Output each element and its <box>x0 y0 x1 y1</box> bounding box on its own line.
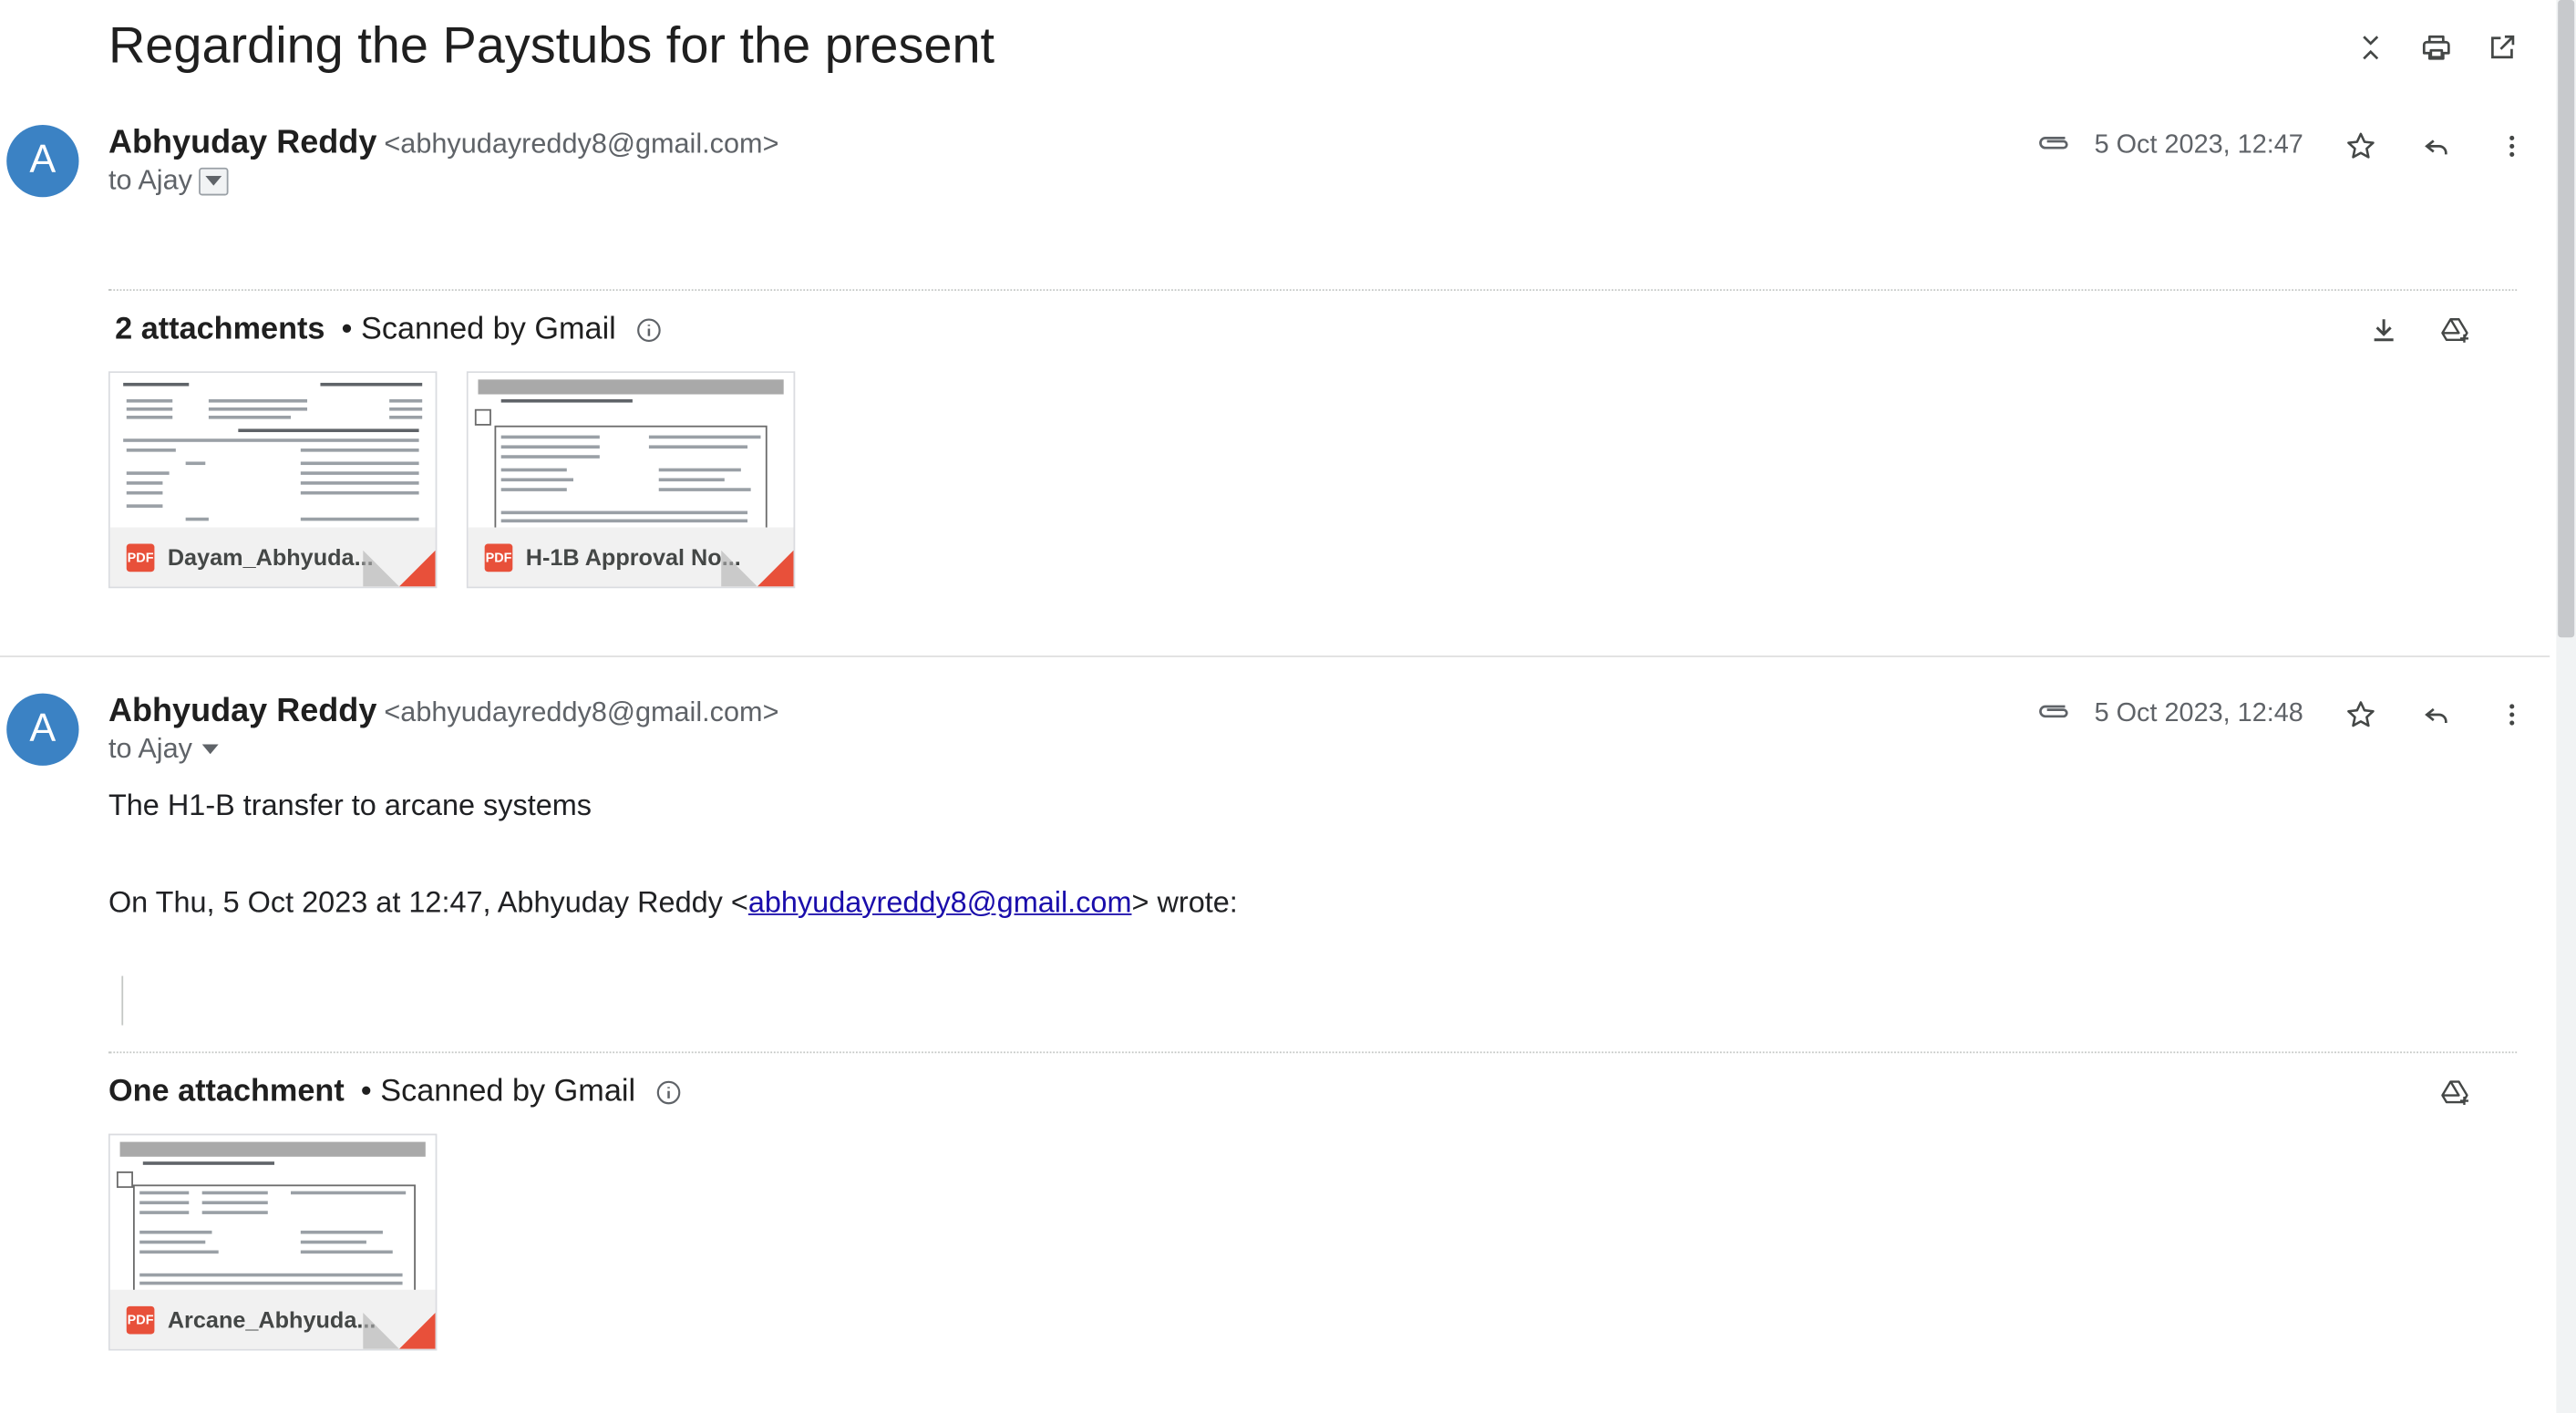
info-icon[interactable] <box>655 1079 682 1106</box>
sender-name: Abhyuday Reddy <box>108 124 377 161</box>
quote-prefix: On Thu, 5 Oct 2023 at 12:47, Abhyuday Re… <box>108 885 748 919</box>
download-all-icon[interactable] <box>2365 312 2402 348</box>
scrollbar-thumb[interactable] <box>2558 0 2575 638</box>
sender-email-link[interactable]: abhyudayreddy8@gmail.com <box>748 885 1132 918</box>
quoted-header: On Thu, 5 Oct 2023 at 12:47, Abhyuday Re… <box>108 885 1238 920</box>
email-message: A Abhyuday Reddy <abhyudayreddy8@gmail.c… <box>0 657 2530 1413</box>
chevron-down-icon <box>205 175 222 186</box>
message-meta: 5 Oct 2023, 12:47 <box>2035 129 2530 165</box>
page-fold <box>757 550 794 587</box>
attachment-filename: Dayam_Abhyuda... <box>167 543 374 571</box>
message-meta: 5 Oct 2023, 12:48 <box>2035 696 2530 733</box>
recipients-text: to Ajay <box>108 732 192 765</box>
quote-suffix: > wrote: <box>1131 885 1238 919</box>
info-icon[interactable] <box>635 317 662 344</box>
attachment-card[interactable]: PDF H-1B Approval No... <box>466 371 796 589</box>
avatar[interactable]: A <box>6 124 79 198</box>
sender: Abhyuday Reddy <abhyudayreddy8@gmail.com… <box>108 694 779 731</box>
pdf-file-icon: PDF <box>126 542 155 572</box>
star-icon[interactable] <box>2343 129 2379 165</box>
pdf-file-icon: PDF <box>126 1305 155 1334</box>
attachments-count: 2 attachments <box>115 312 325 347</box>
recipients-line: to Ajay <box>108 733 222 766</box>
add-to-drive-icon[interactable] <box>2438 1075 2475 1111</box>
attachments-count: One attachment <box>108 1074 345 1109</box>
attachment-thumbnail <box>109 1135 436 1294</box>
message-date: 5 Oct 2023, 12:48 <box>2094 699 2303 728</box>
sender-name: Abhyuday Reddy <box>108 693 377 730</box>
show-details-dropdown[interactable] <box>199 166 229 195</box>
sender: Abhyuday Reddy <abhyudayreddy8@gmail.com… <box>108 125 779 162</box>
attachment-thumbnail <box>468 373 794 531</box>
email-thread-view: Regarding the Paystubs for the present A… <box>0 0 2576 1413</box>
star-icon[interactable] <box>2343 696 2379 733</box>
attachment-card[interactable]: PDF Dayam_Abhyuda... <box>108 371 438 589</box>
reply-icon[interactable] <box>2418 696 2455 733</box>
show-details-dropdown[interactable] <box>199 737 222 761</box>
attachment-clip-icon <box>2035 129 2072 163</box>
attachment-filename: Arcane_Abhyuda... <box>167 1305 376 1333</box>
page-fold-shadow <box>363 550 399 587</box>
scrollbar[interactable] <box>2556 0 2576 1413</box>
quote-bar <box>121 975 124 1026</box>
chevron-down-icon <box>201 744 219 755</box>
attachment-thumbnail <box>109 373 436 531</box>
attachments-header: 2 attachments • Scanned by Gmail <box>115 312 662 348</box>
attachment-card[interactable]: PDF Arcane_Abhyuda... <box>108 1133 438 1351</box>
page-fold <box>398 550 436 587</box>
email-message: A Abhyuday Reddy <abhyudayreddy8@gmail.c… <box>0 0 2530 657</box>
attachment-filename: H-1B Approval No... <box>525 543 741 571</box>
attachments-header: One attachment • Scanned by Gmail <box>108 1075 682 1111</box>
page-fold-shadow <box>363 1313 399 1349</box>
attachment-actions <box>2438 1075 2475 1111</box>
message-body: The H1-B transfer to arcane systems <box>108 789 592 822</box>
scanned-by-gmail: • Scanned by Gmail <box>360 1074 636 1109</box>
page-fold-shadow <box>721 550 757 587</box>
recipients-line: to Ajay <box>108 164 229 197</box>
sender-email: <abhyudayreddy8@gmail.com> <box>384 696 779 728</box>
more-options-icon[interactable] <box>2494 696 2530 733</box>
sender-email: <abhyudayreddy8@gmail.com> <box>384 128 779 160</box>
pdf-file-icon: PDF <box>484 542 513 572</box>
reply-icon[interactable] <box>2418 129 2455 165</box>
attachments-divider <box>108 1051 2518 1054</box>
message-date: 5 Oct 2023, 12:47 <box>2094 131 2303 160</box>
add-to-drive-icon[interactable] <box>2438 312 2475 348</box>
avatar[interactable]: A <box>6 693 79 766</box>
recipients-text: to Ajay <box>108 164 192 196</box>
attachment-clip-icon <box>2035 697 2072 732</box>
more-options-icon[interactable] <box>2494 129 2530 165</box>
scanned-by-gmail: • Scanned by Gmail <box>341 312 616 347</box>
attachments-divider <box>108 289 2518 292</box>
page-fold <box>398 1313 436 1349</box>
attachment-actions <box>2365 312 2474 348</box>
